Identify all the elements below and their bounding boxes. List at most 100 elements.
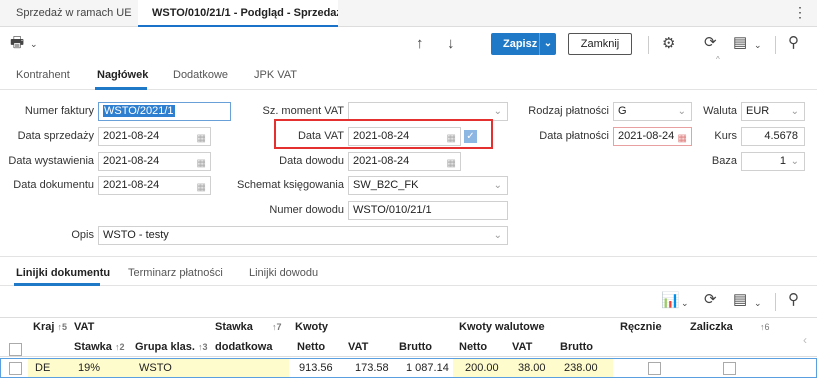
table-row[interactable]: DE 19% WSTO 913.56 173.58 1 087.14 200.0… [0,358,817,378]
grid-view-chevron-down-icon[interactable]: ⌄ [754,294,762,312]
opis-select[interactable]: WSTO - testy ⌄ [98,226,508,245]
view-chevron-down-icon[interactable]: ⌄ [754,36,762,54]
cell-netto-walutowe[interactable]: 200.00 [465,362,499,374]
col-netto[interactable]: Netto [297,341,325,353]
col-stawka[interactable]: Stawka ↑2 [74,341,125,353]
col-kwoty-walutowe[interactable]: Kwoty walutowe [459,321,545,333]
cell-netto[interactable]: 913.56 [299,362,333,374]
data-wystawienia-input[interactable]: 2021-08-24 ▦ [98,152,211,171]
cell-vat-walutowe[interactable]: 38.00 [518,362,546,374]
chevron-down-icon[interactable]: ⌄ [494,177,502,194]
tab-wsto-podglad[interactable]: WSTO/010/21/1 - Podgląd - Sprzedaż [138,0,338,27]
view-layout-icon[interactable]: ▤ [733,34,747,52]
calendar-icon[interactable]: ▦ [678,130,687,145]
toolbar-divider [648,36,649,54]
cell-grupa[interactable]: WSTO [139,362,172,374]
grid-view-layout-icon[interactable]: ▤ [733,291,747,309]
cell-stawka[interactable]: 19% [78,362,100,374]
tab-terminarz-platnosci[interactable]: Terminarz płatności [128,267,223,279]
sort-icon[interactable]: ↑3 [198,342,208,352]
waluta-select[interactable]: EUR ⌄ [741,102,805,121]
col-grupa-klas[interactable]: Grupa klas. ↑3 [135,341,208,353]
close-button[interactable]: Zamknij [568,33,632,55]
zaliczka-checkbox[interactable] [723,362,736,375]
tab-sprzedaz-ue[interactable]: Sprzedaż w ramach UE [2,0,146,27]
settings-gear-icon[interactable]: ⚙ [662,35,675,53]
rodzaj-platnosci-select[interactable]: G ⌄ [613,102,692,121]
tab-naglowek[interactable]: Nagłówek [97,69,148,81]
search-icon[interactable]: ⚲ [788,34,799,52]
col-kwoty[interactable]: Kwoty [295,321,328,333]
col-brutto-walutowe[interactable]: Brutto [560,341,593,353]
opis-value: WSTO - testy [103,229,169,241]
sort-icon[interactable]: ↑6 [760,322,770,332]
col-recznie[interactable]: Ręcznie [620,321,662,333]
form-divider [0,256,817,257]
chart-chevron-down-icon[interactable]: ⌄ [681,294,689,312]
chevron-down-icon[interactable]: ⌄ [678,103,686,120]
scroll-left-icon[interactable]: ‹ [803,333,807,347]
chart-icon[interactable]: 📊 [661,292,680,310]
grid-refresh-icon[interactable]: ⟳ [704,291,717,309]
baza-select[interactable]: 1 ⌄ [741,152,805,171]
cell-kraj[interactable]: DE [35,362,50,374]
highlight-box [274,119,493,149]
data-platnosci-input[interactable]: 2021-08-24 ▦ [613,127,692,146]
grid-search-icon[interactable]: ⚲ [788,291,799,309]
baza-label: Baza [711,155,737,167]
data-sprzedazy-input[interactable]: 2021-08-24 ▦ [98,127,211,146]
data-dowodu-input[interactable]: 2021-08-24 ▦ [348,152,461,171]
cell-brutto[interactable]: 1 087.14 [406,362,449,374]
numer-dowodu-input[interactable]: WSTO/010/21/1 [348,201,508,220]
arrow-up-icon[interactable]: ↑ [416,35,424,53]
cell-brutto-walutowe[interactable]: 238.00 [564,362,598,374]
col-stawka-label: Stawka [74,341,112,353]
col-netto-walutowe[interactable]: Netto [459,341,487,353]
col-brutto[interactable]: Brutto [399,341,432,353]
sort-icon[interactable]: ↑2 [115,342,125,352]
more-menu-icon[interactable]: ⋮ [793,4,807,21]
sort-icon[interactable]: ↑5 [57,322,67,332]
select-all-checkbox[interactable] [9,343,22,356]
tab-jpk-vat[interactable]: JPK VAT [254,69,297,81]
collapse-caret-icon[interactable]: ^ [716,51,720,69]
print-chevron-down-icon[interactable]: ⌄ [30,35,38,53]
sort-order-number: 7 [276,322,282,332]
chevron-down-icon[interactable]: ⌄ [791,153,799,170]
recznie-checkbox[interactable] [648,362,661,375]
numer-faktury-input[interactable]: WSTO/2021/1 [98,102,231,121]
arrow-down-icon[interactable]: ↓ [447,35,455,53]
row-checkbox[interactable] [9,362,22,375]
data-dokumentu-input[interactable]: 2021-08-24 ▦ [98,176,211,195]
col-vat-amount[interactable]: VAT [348,341,368,353]
tab-kontrahent[interactable]: Kontrahent [16,69,70,81]
col-dodatkowa[interactable]: dodatkowa [215,341,272,353]
col-kraj[interactable]: Kraj ↑5 [33,321,67,333]
chevron-down-icon[interactable]: ⌄ [791,103,799,120]
chevron-down-icon[interactable]: ⌄ [494,227,502,244]
refresh-icon[interactable]: ⟳ [704,34,717,52]
schemat-ksiegowania-select[interactable]: SW_B2C_FK ⌄ [348,176,508,195]
col-vat[interactable]: VAT [74,321,94,333]
col-zaliczka[interactable]: Zaliczka [690,321,733,333]
active-tab-indicator [95,87,147,90]
chevron-down-icon[interactable]: ⌄ [494,103,502,120]
tab-linijki-dowodu[interactable]: Linijki dowodu [249,267,318,279]
kurs-input[interactable]: 4.5678 [741,127,805,146]
col-stawka-dod[interactable]: Stawka ↑7 [215,321,282,333]
save-button[interactable]: Zapisz ⌄ [491,33,556,55]
tab-dodatkowe[interactable]: Dodatkowe [173,69,228,81]
cell-vat[interactable]: 173.58 [355,362,389,374]
print-icon[interactable]: 🖶 [10,34,24,52]
tab-linijki-dokumentu[interactable]: Linijki dokumentu [16,267,110,279]
schemat-ksiegowania-label: Schemat księgowania [236,179,344,191]
sort-icon[interactable]: ↑7 [272,322,282,332]
calendar-icon[interactable]: ▦ [197,130,206,145]
calendar-icon[interactable]: ▦ [447,155,456,170]
col-vat-walutowe[interactable]: VAT [512,341,532,353]
calendar-icon[interactable]: ▦ [197,179,206,194]
save-chevron-down-icon[interactable]: ⌄ [539,33,556,55]
data-sprzedazy-label: Data sprzedaży [17,130,94,142]
data-dokumentu-label: Data dokumentu [13,179,94,191]
calendar-icon[interactable]: ▦ [197,155,206,170]
